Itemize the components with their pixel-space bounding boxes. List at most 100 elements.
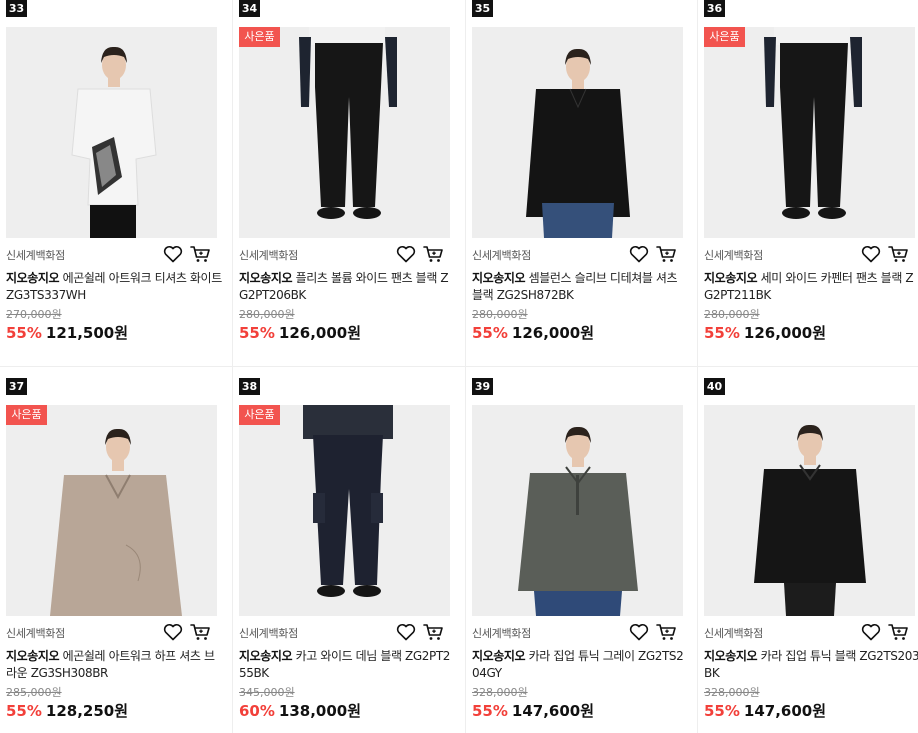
sale-price: 147,600원 (743, 702, 827, 720)
product-card[interactable]: 38 사은품신세계백화점지오송지오 카고 와이드 데님 블랙 ZG2PT255BK… (232, 378, 464, 733)
product-image[interactable]: 사은품 (6, 405, 217, 616)
brand-name: 지오송지오 (472, 649, 526, 663)
brand-name: 지오송지오 (704, 649, 758, 663)
model-photo (303, 405, 393, 597)
rank-badge: 37 (6, 378, 27, 395)
shopping-cart-icon[interactable] (888, 623, 909, 641)
sale-price: 126,000원 (511, 324, 595, 342)
shopping-cart-icon[interactable] (888, 245, 909, 263)
discount-rate: 55% (704, 702, 740, 720)
product-card[interactable]: 35 신세계백화점지오송지오 셈블런스 슬리브 디테쳐블 셔츠 블랙 ZG2SH8… (465, 0, 697, 378)
discount-rate: 55% (704, 324, 740, 342)
rank-badge: 35 (472, 0, 493, 17)
heart-outline-icon[interactable] (396, 245, 416, 263)
product-card[interactable]: 39 신세계백화점 지오송지오 카라 집업 튜닉 그레이 ZG2TS204GY 328… (465, 378, 697, 733)
heart-outline-icon[interactable] (861, 623, 881, 641)
model-photo (518, 426, 638, 616)
brand-name: 지오송지오 (239, 649, 293, 663)
gift-badge: 사은품 (6, 405, 47, 425)
brand-name: 지오송지오 (472, 271, 526, 285)
product-card[interactable]: 33 신세계백화점지오송지오 에곤쉴레 아트워크 티셔츠 화이트 ZG3TS337… (0, 0, 232, 378)
discount-rate: 55% (472, 702, 508, 720)
price-line: 55% 126,000원 (472, 322, 594, 343)
heart-outline-icon[interactable] (163, 623, 183, 641)
product-title[interactable]: 지오송지오 카라 집업 튜닉 블랙 ZG2TS203BK (704, 648, 918, 682)
price-line: 55% 126,000원 (239, 322, 361, 343)
shopping-cart-icon[interactable] (423, 245, 444, 263)
discount-rate: 55% (6, 324, 42, 342)
rank-badge: 36 (704, 0, 725, 17)
heart-outline-icon[interactable] (629, 245, 649, 263)
brand-name: 지오송지오 (6, 271, 60, 285)
price-line: 60% 138,000원 (239, 700, 361, 721)
original-price: 285,000원 (6, 686, 62, 699)
price-line: 55% 147,600원 (472, 700, 594, 721)
sale-price: 126,000원 (278, 324, 362, 342)
original-price: 328,000원 (472, 686, 528, 699)
product-image[interactable]: 사은품 (239, 405, 450, 616)
shopping-cart-icon[interactable] (656, 623, 677, 641)
product-image[interactable]: 사은품 (704, 27, 915, 238)
rank-badge: 39 (472, 378, 493, 395)
shopping-cart-icon[interactable] (190, 623, 211, 641)
product-title[interactable]: 지오송지오 에곤쉴레 아트워크 하프 셔츠 브라운 ZG3SH308BR (6, 648, 222, 682)
sale-price: 121,500원 (45, 324, 129, 342)
product-image[interactable] (704, 405, 915, 616)
product-image[interactable]: 사은품 (239, 27, 450, 238)
product-title[interactable]: 지오송지오 플리츠 볼륨 와이드 팬츠 블랙 ZG2PT206BK (239, 270, 455, 304)
product-grid: 33 신세계백화점 지오송지오 에곤쉴레 아트워크 티셔츠 화이트 ZG3TS337… (0, 0, 918, 733)
shopping-cart-icon[interactable] (190, 245, 211, 263)
brand-name: 지오송지오 (704, 271, 758, 285)
original-price: 280,000원 (704, 308, 760, 321)
product-image[interactable] (6, 27, 217, 238)
sale-price: 128,250원 (45, 702, 129, 720)
product-title[interactable]: 지오송지오 카라 집업 튜닉 그레이 ZG2TS204GY (472, 648, 688, 682)
model-photo (754, 424, 866, 616)
store-name: 신세계백화점 (704, 249, 763, 262)
product-title[interactable]: 지오송지오 에곤쉴레 아트워크 티셔츠 화이트 ZG3TS337WH (6, 270, 222, 304)
brand-name: 지오송지오 (239, 271, 293, 285)
product-card[interactable]: 36 사은품신세계백화점지오송지오 세미 와이드 카펜터 팬츠 블랙 ZG2PT2… (697, 0, 918, 378)
heart-outline-icon[interactable] (629, 623, 649, 641)
store-name: 신세계백화점 (6, 249, 65, 262)
product-title[interactable]: 지오송지오 세미 와이드 카펜터 팬츠 블랙 ZG2PT211BK (704, 270, 918, 304)
model-photo (526, 48, 630, 238)
store-name: 신세계백화점 (704, 627, 763, 640)
original-price: 270,000원 (6, 308, 62, 321)
sale-price: 126,000원 (743, 324, 827, 342)
store-name: 신세계백화점 (472, 249, 531, 262)
original-price: 280,000원 (239, 308, 295, 321)
original-price: 280,000원 (472, 308, 528, 321)
product-card[interactable]: 37 사은품 신세계백화점 지오송지오 에곤쉴레 아트워크 하프 셔츠 브라운 ZG3… (0, 378, 232, 733)
price-line: 55% 147,600원 (704, 700, 826, 721)
rank-badge: 40 (704, 378, 725, 395)
price-line: 55% 121,500원 (6, 322, 128, 343)
original-price: 328,000원 (704, 686, 760, 699)
store-name: 신세계백화점 (239, 627, 298, 640)
product-title[interactable]: 지오송지오 셈블런스 슬리브 디테쳐블 셔츠 블랙 ZG2SH872BK (472, 270, 688, 304)
store-name: 신세계백화점 (239, 249, 298, 262)
product-image[interactable] (472, 405, 683, 616)
heart-outline-icon[interactable] (861, 245, 881, 263)
model-photo (71, 46, 157, 238)
heart-outline-icon[interactable] (163, 245, 183, 263)
sale-price: 138,000원 (278, 702, 362, 720)
price-line: 55% 128,250원 (6, 700, 128, 721)
product-title[interactable]: 지오송지오 카고 와이드 데님 블랙 ZG2PT255BK (239, 648, 455, 682)
rank-badge: 33 (6, 0, 27, 17)
rank-badge: 38 (239, 378, 260, 395)
heart-outline-icon[interactable] (396, 623, 416, 641)
discount-rate: 55% (472, 324, 508, 342)
gift-badge: 사은품 (704, 27, 745, 47)
discount-rate: 55% (6, 702, 42, 720)
shopping-cart-icon[interactable] (423, 623, 444, 641)
brand-name: 지오송지오 (6, 649, 60, 663)
gift-badge: 사은품 (239, 27, 280, 47)
model-photo (50, 428, 182, 616)
product-image[interactable] (472, 27, 683, 238)
rank-badge: 34 (239, 0, 260, 17)
product-card[interactable]: 40 신세계백화점지오송지오 카라 집업 튜닉 블랙 ZG2TS203BK 328,… (697, 378, 918, 733)
product-card[interactable]: 34 사은품신세계백화점지오송지오 플리츠 볼륨 와이드 팬츠 블랙 ZG2PT2… (232, 0, 464, 378)
shopping-cart-icon[interactable] (656, 245, 677, 263)
model-photo (299, 27, 397, 219)
